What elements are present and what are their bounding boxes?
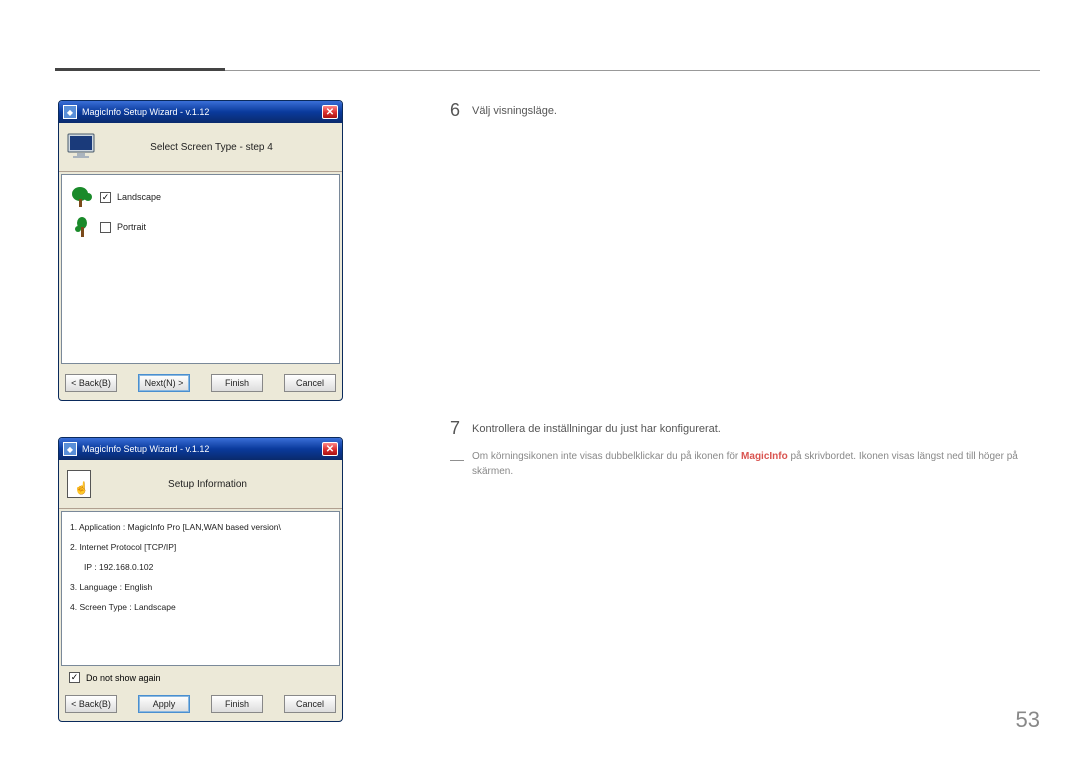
landscape-tree-icon — [70, 185, 94, 209]
option-landscape[interactable]: ✓ Landscape — [70, 185, 331, 209]
info-application: 1. Application : MagicInfo Pro [LAN,WAN … — [70, 522, 331, 532]
right-column: 6 Välj visningsläge. 7 Kontrollera de in… — [450, 100, 1040, 131]
cancel-button[interactable]: Cancel — [284, 695, 336, 713]
note-pre: Om körningsikonen inte visas dubbelklick… — [472, 451, 741, 462]
portrait-tree-icon — [70, 215, 94, 239]
info-protocol: 2. Internet Protocol [TCP/IP] — [70, 542, 331, 552]
close-button[interactable]: ✕ — [322, 442, 338, 456]
dont-show-checkbox[interactable]: ✓ — [69, 672, 80, 683]
portrait-checkbox[interactable] — [100, 222, 111, 233]
dont-show-label: Do not show again — [86, 673, 161, 683]
option-portrait[interactable]: Portrait — [70, 215, 331, 239]
wizard-header: Select Screen Type - step 4 — [59, 123, 342, 172]
wizard-footer: < Back(B) Apply Finish Cancel — [59, 687, 342, 721]
next-button[interactable]: Next(N) > — [138, 374, 190, 392]
apply-button[interactable]: Apply — [138, 695, 190, 713]
wizard-body: ✓ Landscape Portrait — [61, 174, 340, 364]
info-screen-type: 4. Screen Type : Landscape — [70, 602, 331, 612]
dont-show-again-row[interactable]: ✓ Do not show again — [63, 668, 338, 687]
step-number: 7 — [450, 418, 472, 439]
step-text: Kontrollera de inställningar du just har… — [472, 418, 721, 435]
wizard-screen-type: ◆ MagicInfo Setup Wizard - v.1.12 ✕ Sele… — [58, 100, 343, 401]
landscape-checkbox[interactable]: ✓ — [100, 192, 111, 203]
step-7: 7 Kontrollera de inställningar du just h… — [450, 418, 1040, 439]
document-icon — [67, 470, 91, 498]
app-icon: ◆ — [63, 105, 77, 119]
step-number: 6 — [450, 100, 472, 121]
back-button[interactable]: < Back(B) — [65, 695, 117, 713]
wizard-footer: < Back(B) Next(N) > Finish Cancel — [59, 366, 342, 400]
app-icon: ◆ — [63, 442, 77, 456]
finish-button[interactable]: Finish — [211, 374, 263, 392]
window-title: MagicInfo Setup Wizard - v.1.12 — [82, 107, 322, 117]
cancel-button[interactable]: Cancel — [284, 374, 336, 392]
step-text: Välj visningsläge. — [472, 100, 557, 117]
finish-button[interactable]: Finish — [211, 695, 263, 713]
info-language: 3. Language : English — [70, 582, 331, 592]
wizard-body: 1. Application : MagicInfo Pro [LAN,WAN … — [61, 511, 340, 666]
note-row: ― Om körningsikonen inte visas dubbelkli… — [450, 449, 1040, 479]
titlebar: ◆ MagicInfo Setup Wizard - v.1.12 ✕ — [59, 101, 342, 123]
back-button[interactable]: < Back(B) — [65, 374, 117, 392]
info-ip: IP : 192.168.0.102 — [70, 562, 331, 572]
wizard-header: Setup Information — [59, 460, 342, 509]
wizard-step-title: Select Screen Type - step 4 — [119, 142, 334, 153]
landscape-label: Landscape — [117, 192, 161, 202]
titlebar: ◆ MagicInfo Setup Wizard - v.1.12 ✕ — [59, 438, 342, 460]
step-6: 6 Välj visningsläge. — [450, 100, 1040, 121]
window-title: MagicInfo Setup Wizard - v.1.12 — [82, 444, 322, 454]
note-dash: ― — [450, 449, 472, 470]
step-7-block: 7 Kontrollera de inställningar du just h… — [450, 418, 1040, 479]
monitor-icon — [67, 133, 99, 161]
note-text: Om körningsikonen inte visas dubbelklick… — [472, 449, 1040, 479]
wizard-setup-info: ◆ MagicInfo Setup Wizard - v.1.12 ✕ Setu… — [58, 437, 343, 722]
page-number: 53 — [1016, 707, 1040, 733]
close-button[interactable]: ✕ — [322, 105, 338, 119]
portrait-label: Portrait — [117, 222, 146, 232]
note-highlight: MagicInfo — [741, 451, 788, 462]
left-column: ◆ MagicInfo Setup Wizard - v.1.12 ✕ Sele… — [58, 100, 343, 758]
header-thick-rule — [55, 68, 225, 71]
wizard-step-title: Setup Information — [111, 479, 334, 490]
